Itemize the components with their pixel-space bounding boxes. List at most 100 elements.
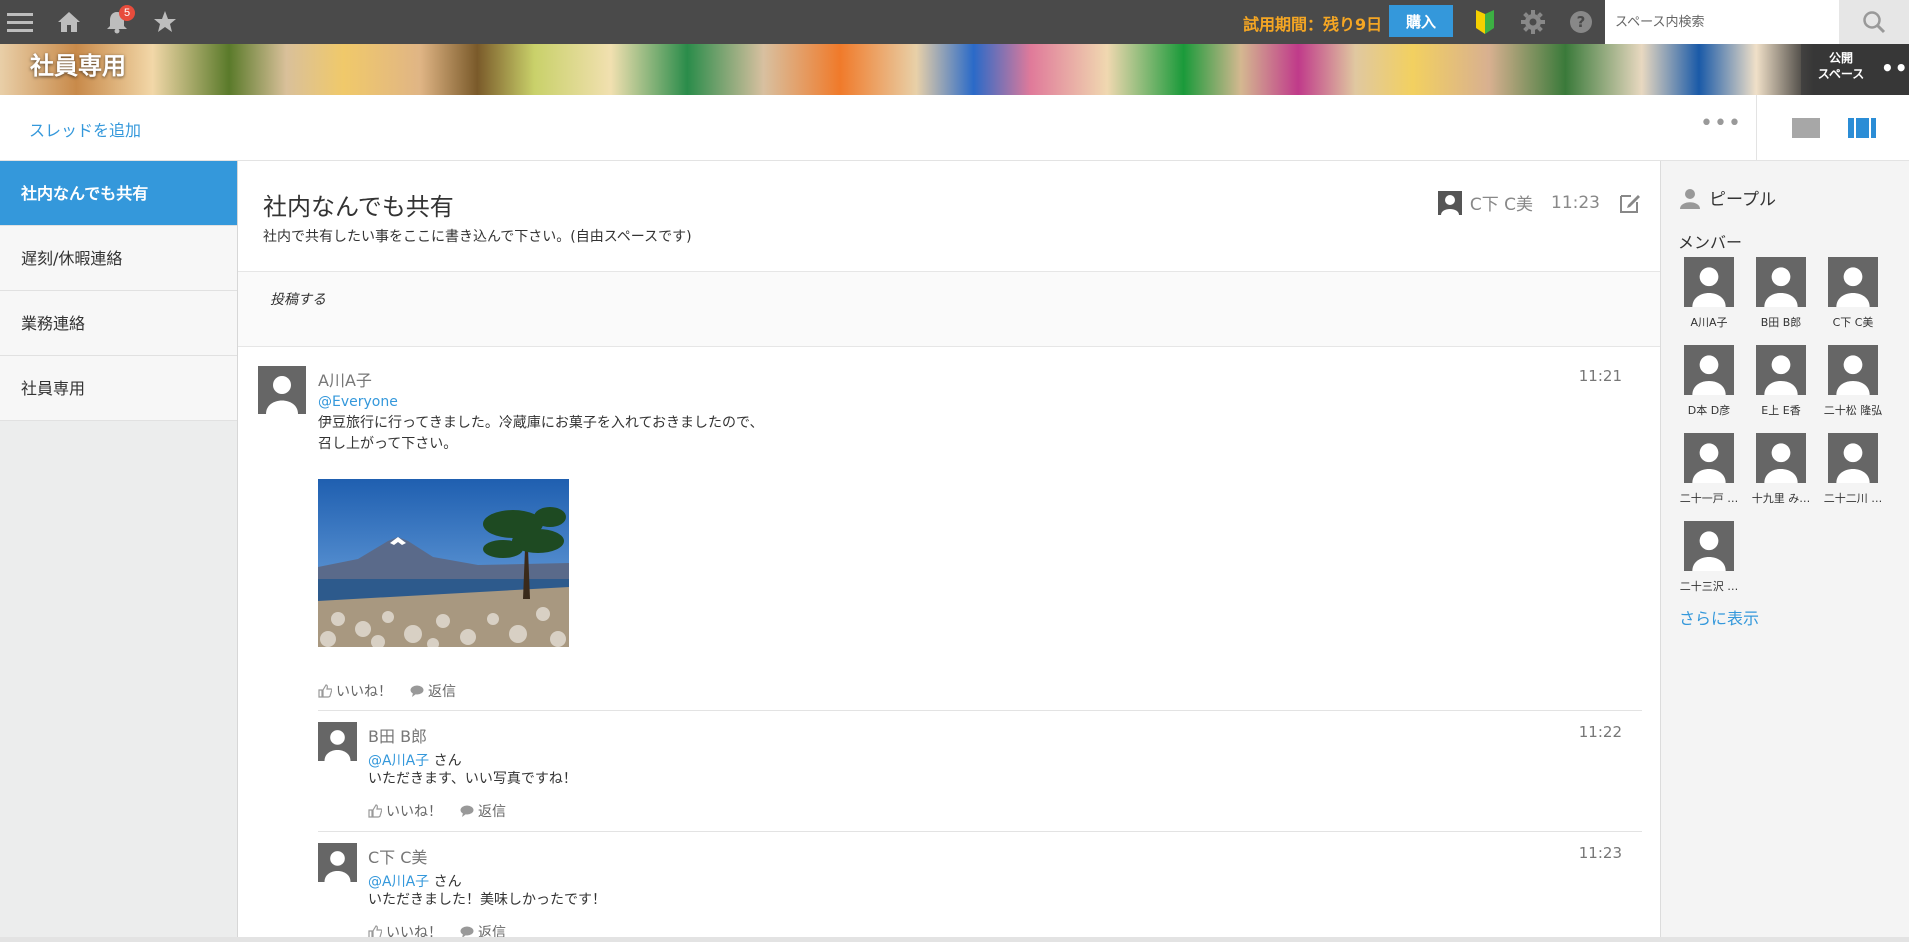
divider — [318, 831, 1642, 832]
search-icon — [1863, 11, 1886, 34]
avatar[interactable] — [1828, 433, 1878, 483]
space-options-icon[interactable]: ••• — [1881, 56, 1909, 84]
reply-button[interactable]: 返信 — [460, 801, 506, 821]
thread-description: 社内で共有したい事をここに書き込んで下さい。(自由スペースです) — [263, 229, 692, 245]
mention-link[interactable]: @A川A子 — [368, 874, 429, 890]
trial-period-text[interactable]: 試用期間：残り9日 — [1243, 11, 1382, 35]
people-panel: ピープル メンバー A川A子 B田 B郎 C下 C美 D本 D彦 E上 E香 二… — [1660, 161, 1909, 942]
avatar[interactable] — [318, 843, 357, 882]
thumbs-up-icon — [318, 684, 332, 698]
avatar[interactable] — [1756, 345, 1806, 395]
space-banner: 社員専用 公開 スペース ••• — [0, 44, 1909, 95]
members-label: メンバー — [1678, 233, 1743, 252]
help-icon[interactable]: ? — [1567, 8, 1595, 36]
gear-icon[interactable] — [1519, 8, 1547, 36]
add-thread-link[interactable]: スレッドを追加 — [29, 117, 141, 141]
star-icon[interactable] — [151, 8, 179, 36]
like-button[interactable]: いいね！ — [318, 681, 392, 701]
more-options-icon[interactable]: ••• — [1700, 113, 1741, 139]
reply-button[interactable]: 返信 — [410, 681, 456, 701]
avatar[interactable] — [1684, 433, 1734, 483]
attached-photo[interactable] — [318, 479, 569, 647]
comment-mention: @A川A子 さん — [368, 871, 462, 891]
beginner-icon[interactable] — [1471, 8, 1499, 36]
member-item[interactable]: E上 E香 — [1746, 345, 1816, 418]
sidebar-item-staff-only[interactable]: 社員専用 — [0, 356, 237, 421]
member-name: 二十三沢 … — [1679, 580, 1739, 593]
avatar[interactable] — [1684, 257, 1734, 307]
avatar[interactable] — [318, 722, 357, 761]
member-name: C下 C美 — [1832, 316, 1874, 329]
edit-icon[interactable] — [1618, 191, 1642, 215]
avatar[interactable] — [1756, 257, 1806, 307]
thread-main: 社内なんでも共有 社内で共有したい事をここに書き込んで下さい。(自由スペースです… — [238, 161, 1660, 942]
mention-link[interactable]: @A川A子 — [368, 753, 429, 769]
comment-body: いただきます、いい写真ですね！ — [368, 771, 577, 787]
speech-bubble-icon — [410, 685, 424, 697]
member-name: 二十一戸 … — [1679, 492, 1739, 505]
menu-icon[interactable] — [6, 8, 34, 36]
single-view-icon[interactable] — [1792, 118, 1820, 138]
public-space-indicator: 公開 スペース ••• — [1801, 44, 1909, 95]
bell-icon[interactable]: 5 — [103, 5, 135, 36]
member-item[interactable]: 二十一戸 … — [1674, 433, 1744, 506]
member-item[interactable]: D本 D彦 — [1674, 345, 1744, 418]
sidebar-item-absence[interactable]: 遅刻/休暇連絡 — [0, 226, 237, 291]
like-label: いいね！ — [386, 804, 442, 820]
top-bar: 5 試用期間：残り9日 購入 ? — [0, 0, 1909, 44]
honorific: さん — [433, 874, 462, 890]
sidebar-item-business[interactable]: 業務連絡 — [0, 291, 237, 356]
svg-text:?: ? — [1577, 13, 1586, 31]
space-search-input[interactable] — [1605, 0, 1839, 44]
thread-title: 社内なんでも共有 — [263, 193, 454, 221]
thread-meta: C下 C美 11:23 — [1437, 190, 1642, 215]
thread-sidebar: 社内なんでも共有 遅刻/休暇連絡 業務連絡 社員専用 — [0, 161, 238, 942]
avatar[interactable] — [1828, 345, 1878, 395]
comment-body: いただきました！美味しかったです！ — [368, 892, 606, 908]
thread-toolbar: スレッドを追加 ••• — [0, 95, 1909, 161]
thread-updated-time: 11:23 — [1551, 192, 1600, 213]
member-item[interactable]: 二十松 隆弘 — [1818, 345, 1888, 418]
sidebar-item-general[interactable]: 社内なんでも共有 — [0, 161, 237, 226]
speech-bubble-icon — [460, 805, 474, 817]
public-label-line1: 公開 — [1828, 51, 1853, 65]
buy-button[interactable]: 購入 — [1389, 5, 1453, 37]
member-name: E上 E香 — [1761, 404, 1801, 417]
avatar[interactable] — [1828, 257, 1878, 307]
public-space-label: 公開 スペース — [1801, 50, 1881, 82]
post-body-line: 伊豆旅行に行ってきました。冷蔵庫にお菓子を入れておきましたので、 — [318, 415, 764, 431]
avatar[interactable] — [1684, 345, 1734, 395]
avatar[interactable] — [1756, 433, 1806, 483]
comment-author[interactable]: C下 C美 — [368, 844, 427, 868]
member-name: D本 D彦 — [1687, 404, 1731, 417]
member-name: 二十二川 … — [1823, 492, 1883, 505]
notification-badge: 5 — [119, 5, 135, 21]
member-name: B田 B郎 — [1760, 316, 1802, 329]
comment-time: 11:23 — [1578, 844, 1622, 862]
three-pane-view-icon[interactable] — [1848, 118, 1876, 138]
avatar[interactable] — [1684, 521, 1734, 571]
member-name: A川A子 — [1690, 316, 1728, 329]
honorific: さん — [433, 753, 462, 769]
post-author[interactable]: A川A子 — [318, 367, 372, 391]
people-header: ピープル — [1679, 185, 1776, 210]
member-item[interactable]: 二十三沢 … — [1674, 521, 1744, 594]
like-button[interactable]: いいね！ — [368, 801, 442, 821]
post-placeholder[interactable]: 投稿する — [270, 289, 326, 309]
comment-time: 11:22 — [1578, 723, 1622, 741]
post-mention[interactable]: @Everyone — [318, 394, 398, 410]
member-item[interactable]: 二十二川 … — [1818, 433, 1888, 506]
show-more-link[interactable]: さらに表示 — [1679, 605, 1759, 629]
search-button[interactable] — [1839, 0, 1909, 44]
member-item[interactable]: B田 B郎 — [1746, 257, 1816, 330]
post-composer[interactable]: 投稿する — [238, 271, 1660, 347]
thread-updated-by[interactable]: C下 C美 — [1470, 190, 1533, 215]
avatar[interactable] — [258, 366, 306, 414]
member-item[interactable]: 十九里 み… — [1746, 433, 1816, 506]
avatar[interactable] — [1437, 190, 1462, 215]
member-item[interactable]: C下 C美 — [1818, 257, 1888, 330]
home-icon[interactable] — [55, 8, 83, 36]
member-item[interactable]: A川A子 — [1674, 257, 1744, 330]
comment-author[interactable]: B田 B郎 — [368, 723, 427, 747]
comment-mention: @A川A子 さん — [368, 750, 462, 770]
